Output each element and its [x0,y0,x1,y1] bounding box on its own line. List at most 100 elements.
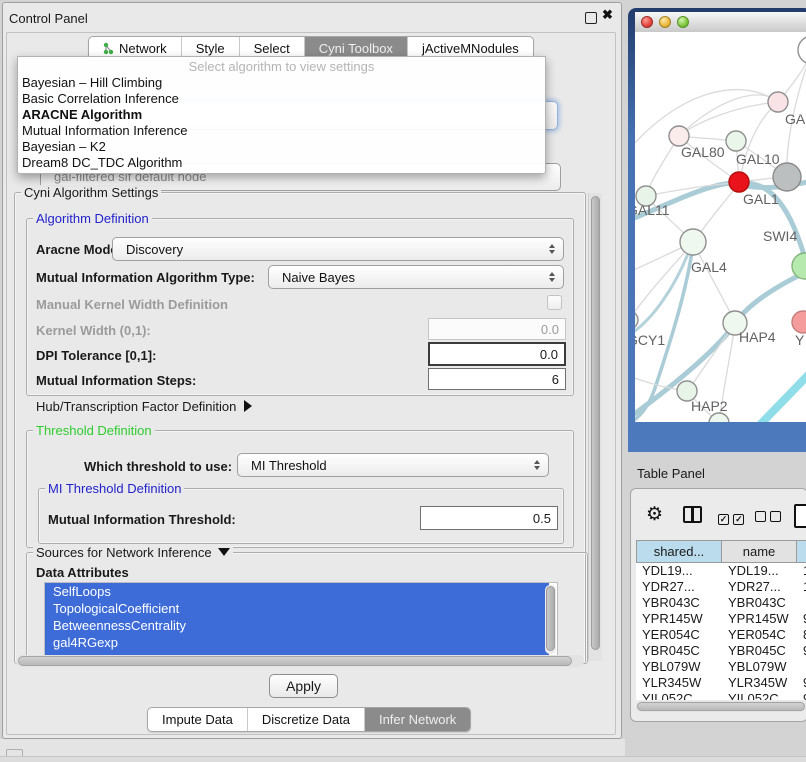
mi-steps-field[interactable]: 6 [428,368,566,390]
table-row[interactable]: YIL052CYIL052C9 [636,691,806,700]
bottom-tab-impute-data[interactable]: Impute Data [148,708,248,731]
data-attributes-list[interactable]: SelfLoopsTopologicalCoefficientBetweenne… [44,582,558,657]
table-cell: YER054C [636,627,722,643]
settings-horizontal-scrollbar[interactable] [16,655,584,667]
network-node-gal80[interactable] [669,126,689,146]
table-cell: 8. [797,627,806,643]
zoom-traffic-light-icon[interactable] [677,16,689,28]
minimize-traffic-light-icon[interactable] [659,16,671,28]
attribute-item-betweennesscentrality[interactable]: BetweennessCentrality [45,617,549,634]
network-node[interactable] [773,163,801,191]
settings-vertical-scrollbar[interactable] [588,193,602,661]
table-horizontal-scrollbar-thumb[interactable] [637,702,805,711]
mi-threshold-field[interactable]: 0.5 [420,506,558,530]
network-window-titlebar[interactable] [635,12,806,33]
table-row[interactable]: YER054CYER054C8. [636,627,806,643]
attribute-item-topologicalcoefficient[interactable]: TopologicalCoefficient [45,600,549,617]
table-cell: YBR045C [722,643,797,659]
table-row[interactable]: YLR345WYLR345W9. [636,675,806,691]
node-label-gal: GAL [785,111,806,127]
network-node-y[interactable] [792,311,806,333]
table-cell: 13 [797,563,806,579]
attribute-item-gal4rgexp[interactable]: gal4RGexp [45,634,549,651]
show-checked-columns-icon[interactable]: ✓ ✓ [718,509,744,527]
table-row[interactable]: YBR043CYBR043C [636,595,806,611]
network-edge[interactable] [635,182,806,265]
dropdown-item-dream8-dc-tdc-algorithm[interactable]: Dream8 DC_TDC Algorithm [18,155,545,171]
table-horizontal-scrollbar[interactable] [636,701,806,712]
network-node-gal[interactable] [768,92,788,112]
split-view-icon[interactable] [683,506,702,523]
sources-title: Sources for Network Inference [33,545,233,560]
kernel-width-field[interactable]: 0.0 [428,318,566,340]
bottom-tab-infer-network[interactable]: Infer Network [365,708,470,731]
network-node-gal10[interactable] [726,131,746,151]
column-header-partial[interactable] [797,540,806,563]
table-cell: YBR045C [636,643,722,659]
table-row[interactable]: YDL19...YDL19...13 [636,563,806,579]
table-cell: YDL19... [636,563,722,579]
network-edge[interactable] [635,244,692,320]
collapse-down-icon[interactable] [218,548,230,556]
list-scrollbar[interactable] [545,585,556,654]
network-edge[interactable] [679,95,777,136]
list-scrollbar-thumb[interactable] [546,586,555,651]
network-node[interactable] [798,36,806,64]
combo-arrows-icon [534,460,540,470]
hide-columns-icon[interactable] [755,509,781,527]
threshold-definition-title: Threshold Definition [33,423,155,438]
aracne-mode-combo[interactable]: Discovery [112,237,564,261]
bottom-tab-discretize-data[interactable]: Discretize Data [248,708,365,731]
attribute-item-selfloops[interactable]: SelfLoops [45,583,549,600]
column-header-shared[interactable]: shared... [636,540,722,563]
apply-button[interactable]: Apply [269,674,338,698]
table-cell: 9. [797,611,806,627]
combo-arrows-icon [549,272,555,282]
network-node-gal1[interactable] [729,172,749,192]
bottom-tabbar: Impute Data Discretize DataInfer Network [147,707,471,732]
kernel-width-label: Kernel Width (0,1): [36,323,151,338]
dpi-tolerance-field[interactable]: 0.0 [428,342,566,366]
float-window-icon[interactable] [585,12,597,24]
dropdown-item-aracne-algorithm[interactable]: ARACNE Algorithm [18,107,545,123]
algorithm-dropdown-popup: Select algorithm to view settings Bayesi… [17,56,546,174]
mi-algorithm-type-value: Naive Bayes [269,270,355,285]
table-row[interactable]: YPR145WYPR145W9. [636,611,806,627]
dropdown-item-bayesian-k2[interactable]: Bayesian – K2 [18,139,545,155]
mi-algorithm-type-combo[interactable]: Naive Bayes [268,265,564,289]
close-traffic-light-icon[interactable] [641,16,653,28]
network-canvas[interactable]: GALGAL80GAL10GAL1GAL11SWI4GAL4GCY1HAP4YH… [635,32,806,422]
table-row[interactable]: YBR045CYBR045C9. [636,643,806,659]
expand-right-icon[interactable] [244,400,252,412]
dropdown-item-basic-correlation-inference[interactable]: Basic Correlation Inference [18,91,545,107]
close-icon[interactable]: ✖ [602,7,613,23]
manual-kernel-checkbox[interactable] [547,295,562,310]
network-edge[interactable] [689,324,734,390]
network-edge[interactable] [694,244,735,322]
bottom-tab-label: Impute Data [162,712,233,727]
table-row[interactable]: YBL079WYBL079W [636,659,806,675]
table-cell: YBL079W [722,659,797,675]
network-node-gcy1[interactable] [635,311,638,329]
table-cell: YER054C [722,627,797,643]
node-label-gal80: GAL80 [681,144,725,160]
settings-horizontal-scrollbar-thumb[interactable] [18,656,572,666]
table-cell: YBL079W [636,659,722,675]
table-cell: YLR345W [636,675,722,691]
table-cell: YBR043C [636,595,722,611]
column-header-name[interactable]: name [722,540,797,563]
network-node-gal4[interactable] [680,229,706,255]
hub-definition-expander[interactable]: Hub/Transcription Factor Definition [36,399,252,414]
document-icon[interactable] [794,504,806,528]
which-threshold-combo[interactable]: MI Threshold [237,453,549,477]
settings-vertical-scrollbar-thumb[interactable] [591,196,600,650]
dropdown-item-bayesian-hill-climbing[interactable]: Bayesian – Hill Climbing [18,75,545,91]
network-node[interactable] [709,413,729,422]
gear-icon[interactable]: ⚙ [646,505,663,524]
dropdown-item-mutual-information-inference[interactable]: Mutual Information Inference [18,123,545,139]
node-table[interactable]: shared...nameYDL19...YDL19...13YDR27...Y… [636,540,806,700]
table-row[interactable]: YDR27...YDR27...12 [636,579,806,595]
network-edge[interactable] [751,368,806,422]
network-node-swi4[interactable] [792,253,806,279]
cyni-algorithm-settings-title: Cyni Algorithm Settings [21,185,161,200]
